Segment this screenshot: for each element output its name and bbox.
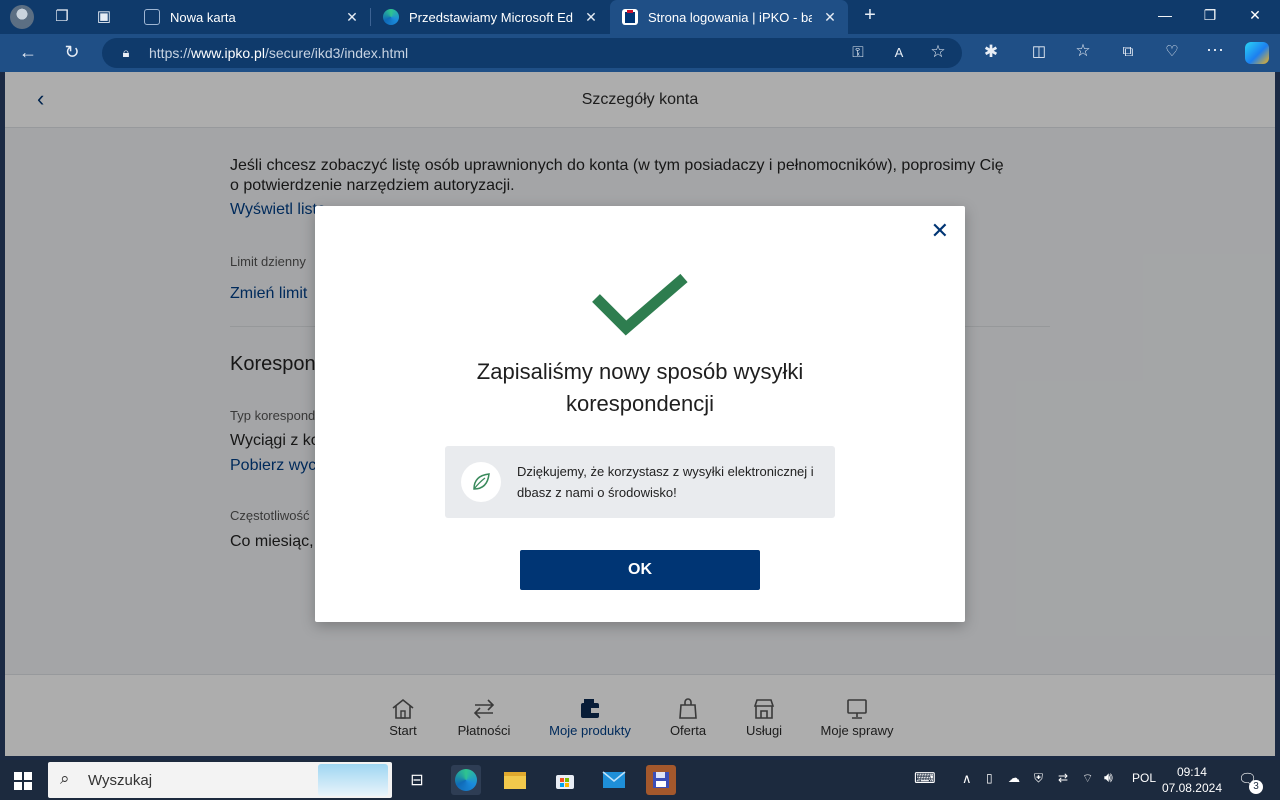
windows-start-icon[interactable] [14,772,32,795]
eco-info-box: Dziękujemy, że korzystasz z wysyłki elek… [445,446,835,518]
window-close-icon[interactable]: ✕ [1245,7,1265,24]
file-explorer-icon[interactable] [500,765,530,795]
key-icon[interactable]: ⚿ [847,43,869,63]
leaf-icon [461,462,501,502]
language-indicator[interactable]: POL [1132,771,1156,785]
edge-logo-icon [383,9,399,25]
notification-count-badge: 3 [1249,780,1263,794]
ok-button[interactable]: OK [520,550,760,590]
favorites-icon[interactable]: ☆ [1072,41,1094,61]
windows-taskbar: ⌕ Wyszukaj ⊟ ⌨ ∧ ▯ ☁ ⛨ ⇄ ⌔ 🔊︎ POL 09:14 … [0,760,1280,800]
performance-icon[interactable]: ♡ [1161,42,1183,62]
edge-taskbar-icon[interactable] [451,765,481,795]
task-view-icon[interactable]: ⊟ [402,765,432,795]
more-menu-icon[interactable]: ⋯ [1204,40,1226,60]
clock[interactable]: 09:14 07.08.2024 [1162,764,1222,796]
clock-time: 09:14 [1176,765,1207,779]
split-screen-icon[interactable]: ◫ [1028,42,1050,62]
profile-avatar[interactable] [10,5,34,29]
workspaces-icon[interactable]: ❐ [51,7,73,27]
search-highlight-image [318,764,388,796]
close-tab-icon[interactable]: ✕ [822,9,838,26]
extensions-icon[interactable]: ✱ [980,42,1002,62]
url-text: https://www.ipko.pl/secure/ikd3/index.ht… [149,45,409,61]
save-app-icon[interactable] [646,765,676,795]
url-field[interactable]: 🔒︎ https://www.ipko.pl/secure/ikd3/index… [102,38,962,68]
refresh-icon[interactable]: ↻ [61,42,83,62]
wifi-icon[interactable]: ⌔ [1082,771,1093,786]
mail-icon[interactable] [599,765,629,795]
tab-ipko-login[interactable]: Strona logowania | iPKO - bankowość ✕ [610,0,848,34]
modal-title-line: korespondencji [566,391,714,416]
new-tab-button[interactable]: + [859,5,881,25]
onedrive-icon[interactable]: ☁ [1008,771,1020,785]
tab-actions-icon[interactable]: ▣ [93,7,115,27]
volume-icon[interactable]: 🔊︎ [1104,769,1113,786]
close-icon[interactable]: ✕ [931,218,949,244]
tab-new-tab[interactable]: Nowa karta ✕ [132,0,370,34]
store-app-icon[interactable] [550,765,580,795]
tab-title: Strona logowania | iPKO - bankowość [648,9,812,25]
restore-icon[interactable]: ❐ [1200,7,1220,24]
modal-title-line: Zapisaliśmy nowy sposób wysyłki [476,359,804,384]
read-aloud-icon[interactable]: A [888,43,910,63]
close-tab-icon[interactable]: ✕ [344,9,360,26]
back-icon[interactable]: ← [17,42,39,62]
tab-title: Nowa karta [170,9,236,25]
collections-icon[interactable]: ⧉ [1117,42,1139,62]
tab-title: Przedstawiamy Microsoft Edge [409,9,573,25]
chevron-up-icon[interactable]: ∧ [962,771,972,787]
security-icon[interactable]: ⛨ [1034,771,1043,786]
modal-title: Zapisaliśmy nowy sposób wysyłki korespon… [315,356,965,420]
browser-tab-bar: ❐ ▣ Nowa karta ✕ Przedstawiamy Microsoft… [0,0,1280,34]
network-icon[interactable]: ⇄ [1058,771,1068,785]
copilot-icon[interactable] [1245,42,1269,64]
taskbar-search[interactable]: ⌕ Wyszukaj [48,762,392,798]
search-icon: ⌕ [60,769,70,788]
address-toolbar: ← ↻ 🔒︎ https://www.ipko.pl/secure/ikd3/i… [0,34,1280,72]
favorite-star-icon[interactable]: ☆ [927,42,949,62]
tab-edge-intro[interactable]: Przedstawiamy Microsoft Edge ✕ [371,0,609,34]
new-tab-icon [144,9,160,25]
close-tab-icon[interactable]: ✕ [583,9,599,26]
keyboard-icon[interactable]: ⌨ [914,769,936,787]
device-icon[interactable]: ▯ [986,771,993,785]
minimize-icon[interactable]: — [1155,7,1175,23]
pko-logo-icon [622,9,638,25]
eco-info-text: Dziękujemy, że korzystasz z wysyłki elek… [517,464,814,500]
lock-icon[interactable]: 🔒︎ [115,43,137,63]
search-placeholder: Wyszukaj [88,772,153,789]
clock-date: 07.08.2024 [1161,781,1222,795]
confirmation-modal: ✕ Zapisaliśmy nowy sposób wysyłki koresp… [315,206,965,622]
checkmark-icon [592,273,688,336]
